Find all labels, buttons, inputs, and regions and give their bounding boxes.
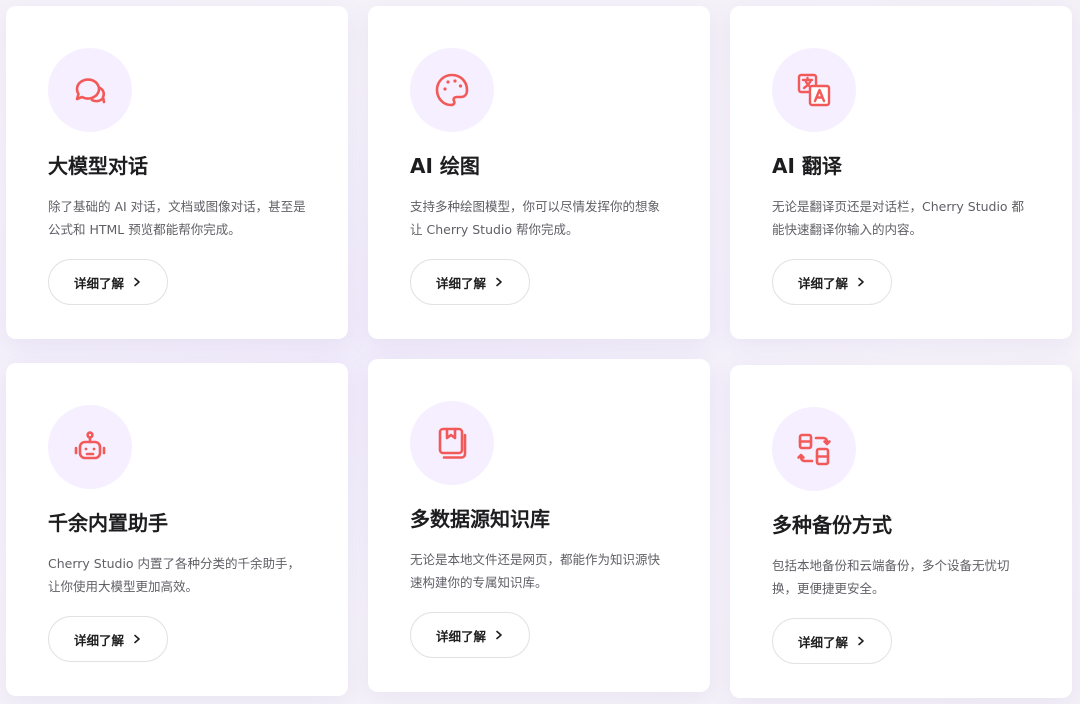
translate-icon (794, 70, 834, 110)
learn-more-button[interactable]: 详细了解 (48, 259, 168, 305)
chevron-right-icon (134, 634, 140, 644)
card-title: 千余内置助手 (48, 511, 168, 535)
learn-more-label: 详细了解 (797, 634, 848, 650)
learn-more-button[interactable]: 详细了解 (772, 618, 892, 664)
chevron-right-icon (496, 630, 502, 640)
palette-icon (432, 70, 472, 110)
card-description: 支持多种绘图模型，你可以尽情发挥你的想象让 Cherry Studio 帮你完成… (410, 199, 661, 237)
learn-more-label: 详细了解 (73, 275, 124, 291)
robot-icon (70, 427, 110, 467)
learn-more-label: 详细了解 (73, 632, 124, 648)
chevron-right-icon (858, 636, 864, 646)
feature-card-chat: 大模型对话 除了基础的 AI 对话，文档或图像对话，甚至是公式和 HTML 预览… (6, 6, 348, 339)
feature-card-drawing: AI 绘图 支持多种绘图模型，你可以尽情发挥你的想象让 Cherry Studi… (368, 6, 710, 339)
learn-more-button[interactable]: 详细了解 (772, 259, 892, 305)
learn-more-label: 详细了解 (435, 628, 486, 644)
feature-card-backup: 多种备份方式 包括本地备份和云端备份，多个设备无忧切换，更便捷更安全。 详细了解 (730, 365, 1072, 698)
icon-circle (772, 407, 856, 491)
card-title: 多种备份方式 (772, 513, 892, 537)
learn-more-label: 详细了解 (797, 275, 848, 291)
card-title: AI 翻译 (772, 154, 842, 178)
learn-more-label: 详细了解 (435, 275, 486, 291)
card-title: 多数据源知识库 (410, 507, 550, 531)
learn-more-button[interactable]: 详细了解 (410, 259, 530, 305)
backup-sync-icon (794, 429, 834, 469)
card-title: 大模型对话 (48, 154, 148, 178)
card-title: AI 绘图 (410, 154, 480, 178)
icon-circle (48, 48, 132, 132)
icon-circle (410, 48, 494, 132)
knowledge-base-icon (432, 423, 472, 463)
card-description: 无论是本地文件还是网页，都能作为知识源快速构建你的专属知识库。 (410, 552, 661, 590)
feature-card-assistants: 千余内置助手 Cherry Studio 内置了各种分类的千余助手，让你使用大模… (6, 363, 348, 696)
learn-more-button[interactable]: 详细了解 (410, 612, 530, 658)
icon-circle (772, 48, 856, 132)
card-description: 无论是翻译页还是对话栏，Cherry Studio 都能快速翻译你输入的内容。 (772, 199, 1025, 237)
card-description: Cherry Studio 内置了各种分类的千余助手，让你使用大模型更加高效。 (48, 556, 301, 594)
card-description: 除了基础的 AI 对话，文档或图像对话，甚至是公式和 HTML 预览都能帮你完成… (48, 199, 306, 237)
learn-more-button[interactable]: 详细了解 (48, 616, 168, 662)
chat-bubbles-icon (70, 70, 110, 110)
feature-card-knowledge: 多数据源知识库 无论是本地文件还是网页，都能作为知识源快速构建你的专属知识库。 … (368, 359, 710, 692)
chevron-right-icon (134, 277, 140, 287)
chevron-right-icon (858, 277, 864, 287)
icon-circle (48, 405, 132, 489)
chevron-right-icon (496, 277, 502, 287)
icon-circle (410, 401, 494, 485)
card-description: 包括本地备份和云端备份，多个设备无忧切换，更便捷更安全。 (772, 558, 1010, 596)
feature-card-translate: AI 翻译 无论是翻译页还是对话栏，Cherry Studio 都能快速翻译你输… (730, 6, 1072, 339)
